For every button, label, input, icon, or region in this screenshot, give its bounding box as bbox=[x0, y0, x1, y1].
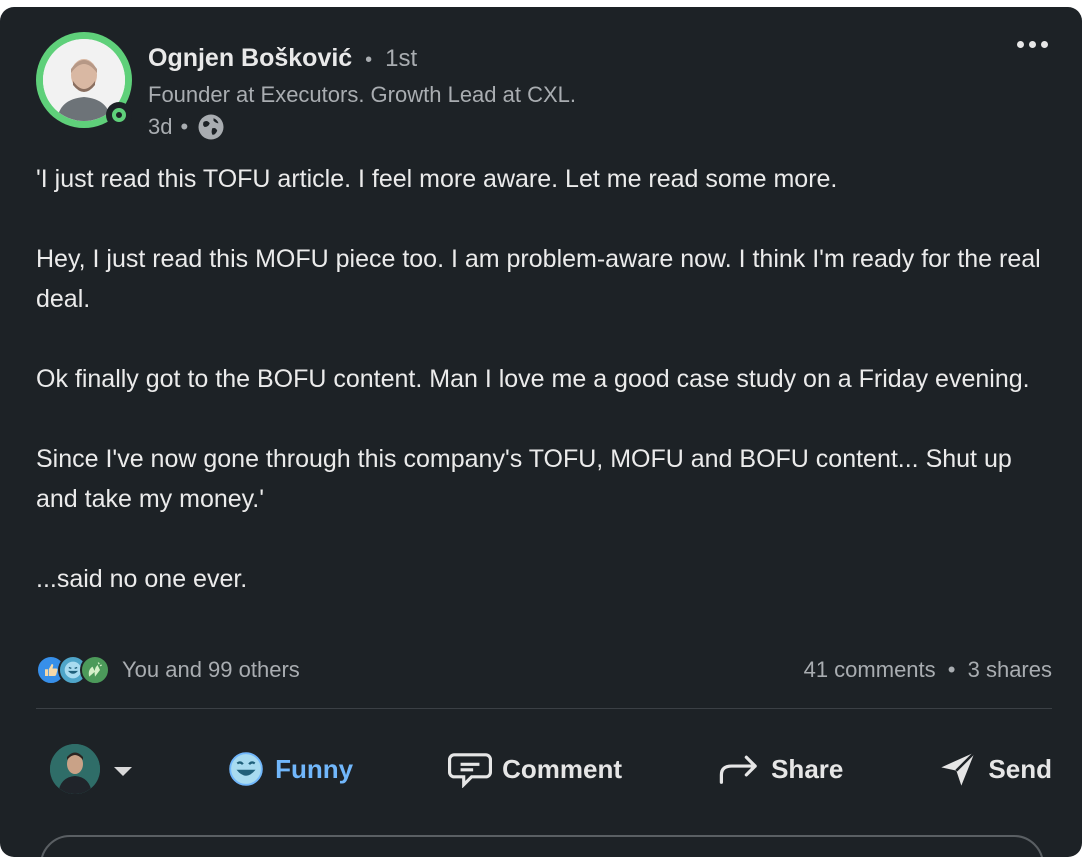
person-photo-icon bbox=[50, 744, 100, 794]
more-options-icon[interactable] bbox=[1017, 41, 1048, 48]
post-body: 'I just read this TOFU article. I feel m… bbox=[36, 159, 1056, 599]
chevron-down-icon bbox=[114, 766, 132, 776]
online-status-icon bbox=[106, 102, 132, 128]
author-name-row: Ognjen Bošković • 1st bbox=[148, 44, 417, 73]
post-paragraph: ...said no one ever. bbox=[36, 565, 248, 593]
send-label: Send bbox=[988, 753, 1052, 784]
action-bar: Funny Comment Share Send bbox=[36, 737, 1052, 801]
funny-icon bbox=[229, 752, 263, 786]
send-button[interactable]: Send bbox=[938, 749, 1052, 789]
reaction-button[interactable]: Funny bbox=[227, 750, 353, 788]
comment-input[interactable] bbox=[40, 835, 1044, 857]
send-icon bbox=[941, 751, 976, 786]
meta-separator: • bbox=[180, 114, 189, 139]
shares-count[interactable]: 3 shares bbox=[968, 657, 1052, 682]
social-counts: You and 99 others 41 comments • 3 shares bbox=[36, 655, 1052, 685]
engagement-stats: 41 comments • 3 shares bbox=[804, 657, 1052, 683]
stats-separator: • bbox=[947, 657, 956, 682]
comment-icon bbox=[448, 753, 493, 788]
identity-selector[interactable] bbox=[50, 744, 132, 794]
post-paragraph: Hey, I just read this MOFU piece too. I … bbox=[36, 245, 1041, 313]
name-separator: • bbox=[365, 49, 373, 71]
globe-icon bbox=[198, 114, 224, 140]
author-avatar[interactable] bbox=[36, 32, 132, 128]
share-icon bbox=[719, 755, 757, 784]
reactions-summary[interactable]: You and 99 others bbox=[36, 655, 300, 685]
author-headline: Founder at Executors. Growth Lead at CXL… bbox=[148, 82, 577, 107]
comments-count[interactable]: 41 comments bbox=[804, 657, 936, 682]
author-name[interactable]: Ognjen Bošković bbox=[148, 44, 352, 72]
post-paragraph: Since I've now gone through this company… bbox=[36, 445, 1012, 513]
share-label: Share bbox=[771, 753, 844, 784]
post-meta: 3d • bbox=[148, 112, 226, 142]
post-paragraph: 'I just read this TOFU article. I feel m… bbox=[36, 165, 838, 193]
celebrate-icon bbox=[80, 655, 110, 685]
comment-button[interactable]: Comment bbox=[448, 750, 622, 788]
share-button[interactable]: Share bbox=[717, 751, 843, 787]
post-paragraph: Ok finally got to the BOFU content. Man … bbox=[36, 365, 1030, 393]
comment-label: Comment bbox=[502, 753, 623, 784]
connection-degree: 1st bbox=[385, 45, 418, 72]
reaction-label: Funny bbox=[275, 753, 354, 784]
current-user-avatar bbox=[50, 744, 100, 794]
post-time: 3d bbox=[148, 114, 173, 139]
actions-divider bbox=[36, 708, 1052, 709]
post-card: Ognjen Bošković • 1st Founder at Executo… bbox=[0, 7, 1082, 857]
reactions-text: You and 99 others bbox=[122, 657, 300, 682]
